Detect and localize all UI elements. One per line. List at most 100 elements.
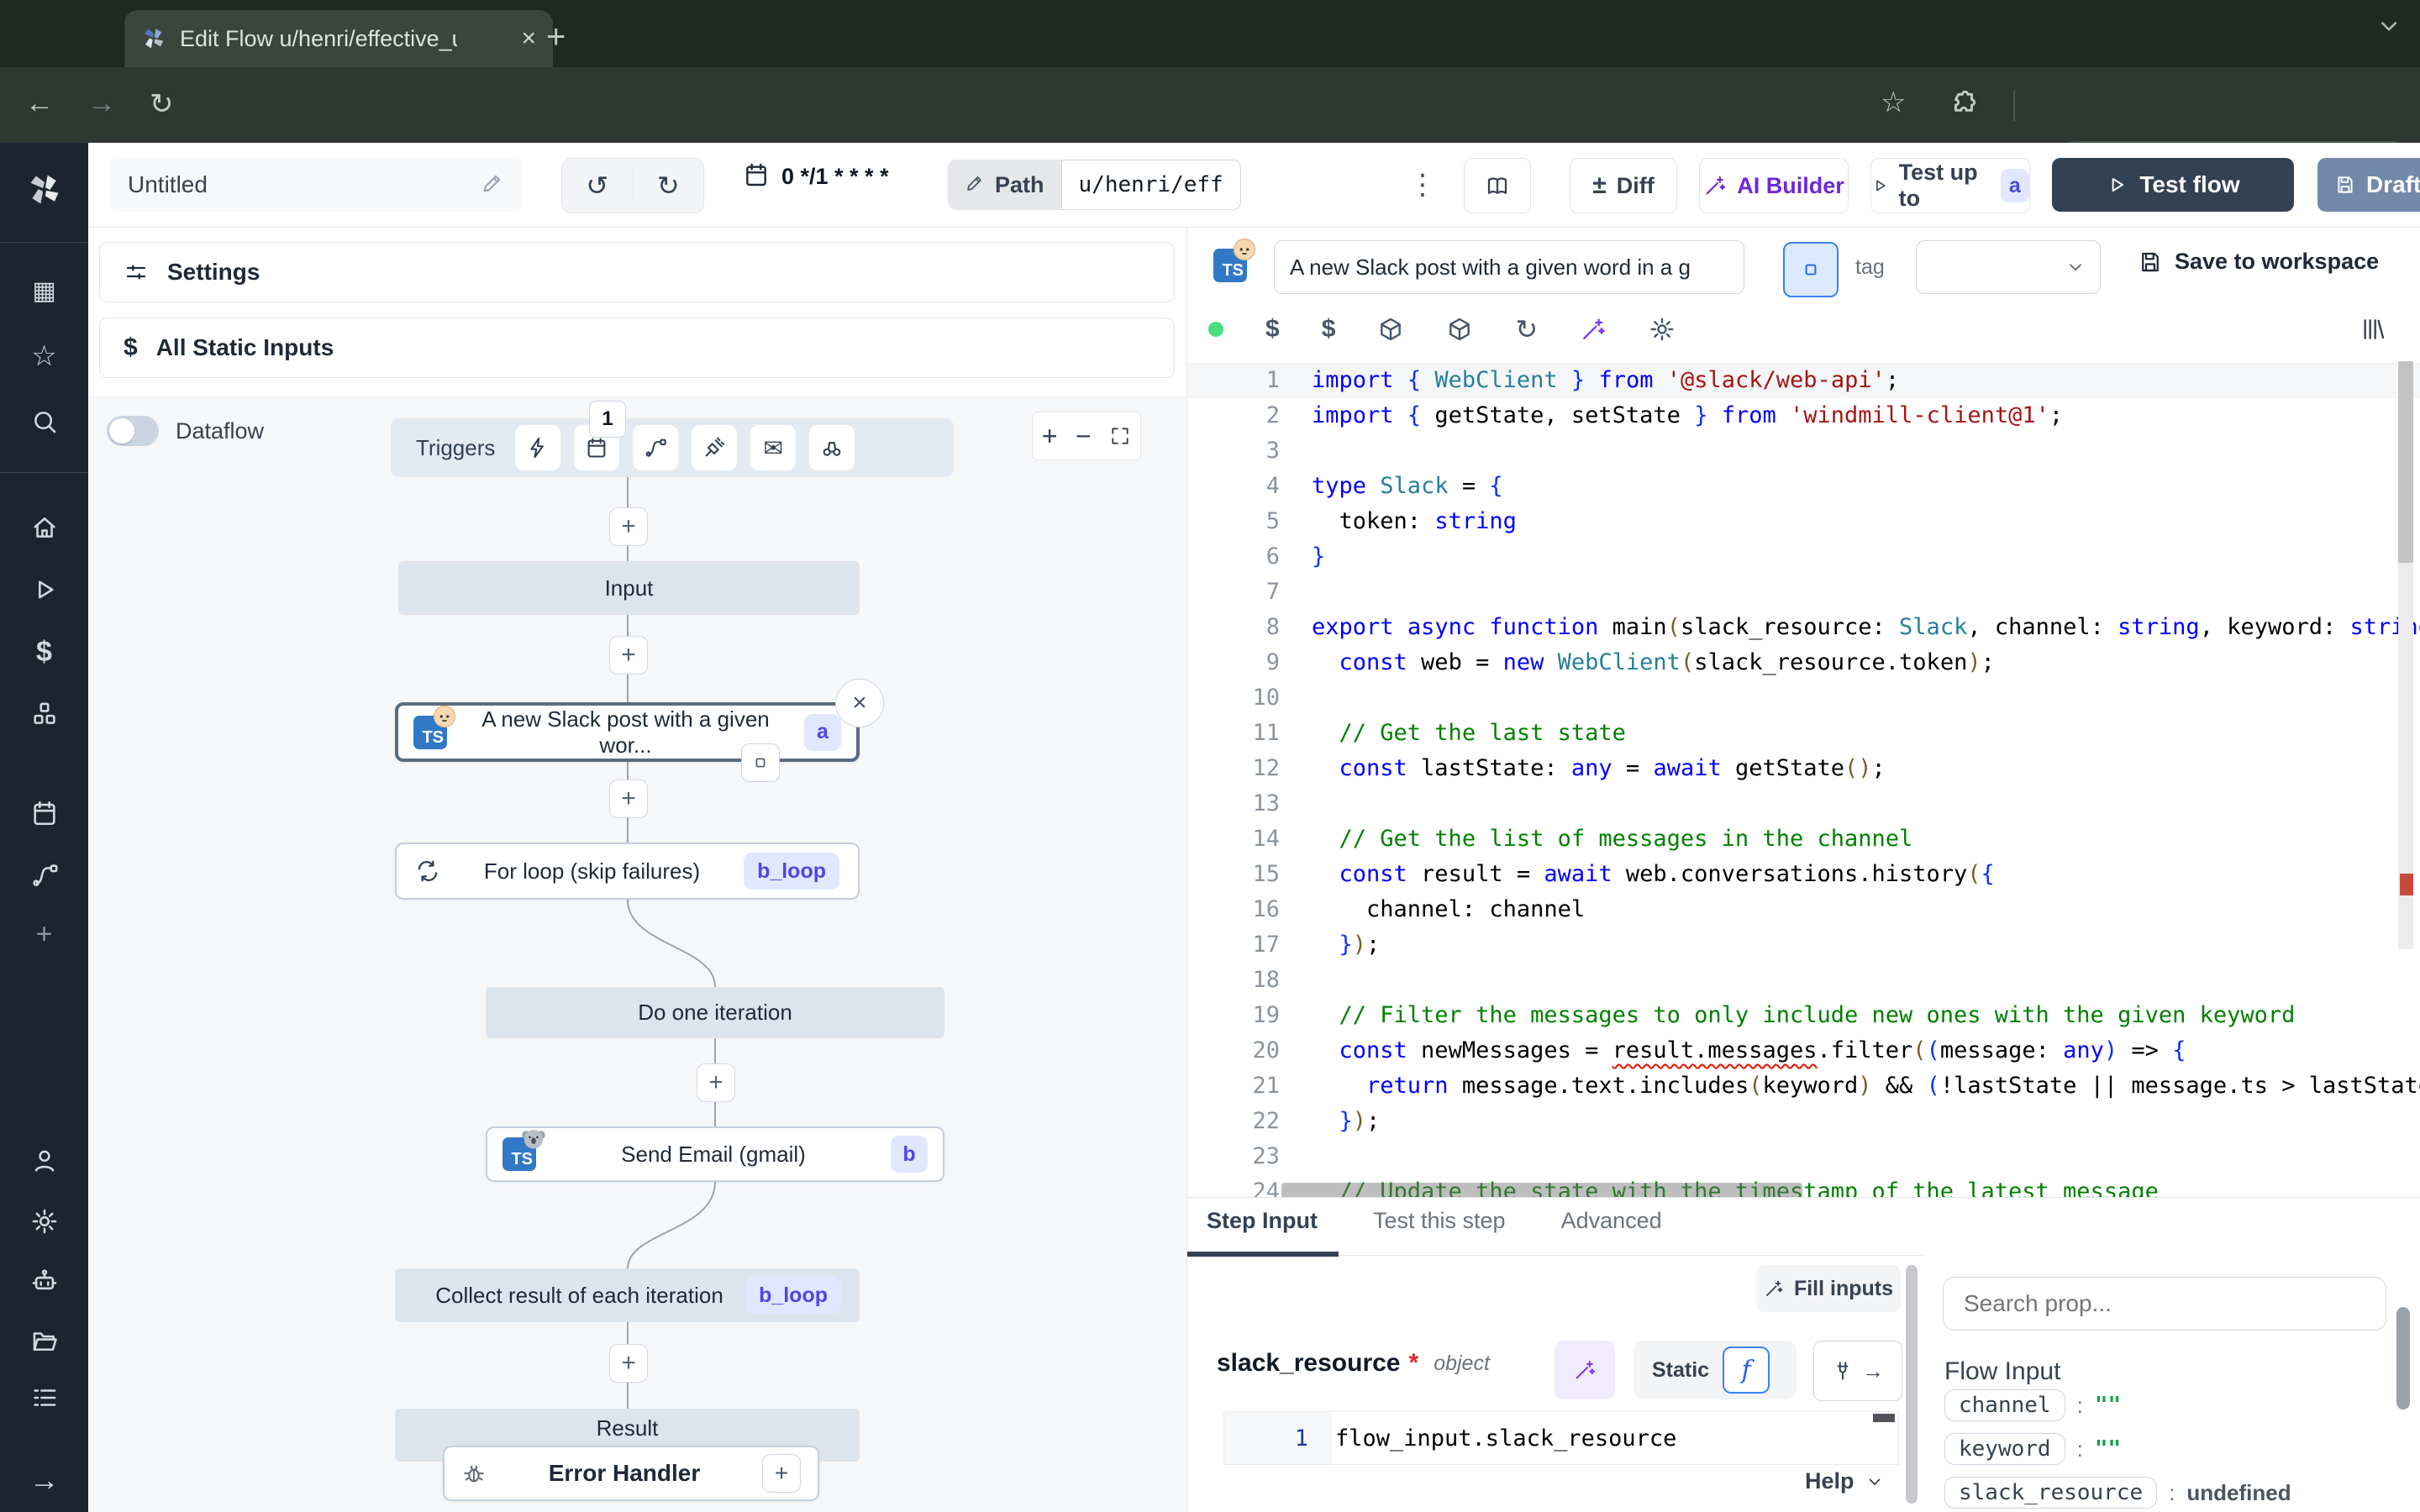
delete-step-button[interactable]: ×	[835, 679, 884, 727]
flow-input-prop-row[interactable]: keyword:""	[1944, 1433, 2398, 1465]
tab-search-chevron-icon[interactable]	[2375, 12, 2412, 49]
reload-icon[interactable]: ↻	[150, 87, 174, 121]
sidebar-item-logs[interactable]	[0, 1368, 88, 1428]
sidebar-item-add[interactable]: +	[0, 904, 88, 964]
sidebar-expand-icon[interactable]: →	[0, 1450, 88, 1510]
code-line[interactable]: 1import { WebClient } from '@slack/web-a…	[1187, 363, 2420, 398]
zoom-out-icon[interactable]: −	[1076, 421, 1092, 452]
save-to-workspace-button[interactable]: Save to workspace	[2138, 249, 2379, 275]
sidebar-item-routes[interactable]	[0, 845, 88, 906]
library-icon[interactable]	[2360, 316, 2386, 343]
code-line[interactable]: 5 token: string	[1187, 504, 2420, 539]
code-line[interactable]: 18	[1187, 963, 2420, 998]
extensions-icon[interactable]	[1948, 89, 1980, 125]
editor-horizontal-scrollbar[interactable]	[1281, 1183, 1802, 1197]
schedule-cron[interactable]: 0 */1 * * * *	[743, 161, 889, 192]
node-send-email[interactable]: TS Send Email (gmail) b	[486, 1126, 944, 1182]
code-line[interactable]: 19 // Filter the messages to only includ…	[1187, 998, 2420, 1033]
editor-settings-gear-icon[interactable]	[1649, 316, 1676, 343]
package-icon[interactable]	[1446, 316, 1473, 343]
ai-wand-icon[interactable]	[1580, 316, 1607, 343]
poll-trigger-icon[interactable]	[809, 425, 855, 470]
cache-toggle-button[interactable]	[1783, 242, 1839, 297]
code-line[interactable]: 16 channel: channel	[1187, 892, 2420, 927]
dataflow-toggle[interactable]	[107, 416, 159, 446]
windmill-logo[interactable]	[0, 160, 88, 220]
arg-ai-wand-button[interactable]	[1555, 1341, 1615, 1399]
code-line[interactable]: 11 // Get the last state	[1187, 716, 2420, 751]
add-step-button[interactable]: +	[697, 1063, 735, 1102]
code-line[interactable]: 12 const lastState: any = await getState…	[1187, 751, 2420, 786]
code-line[interactable]: 2import { getState, setState } from 'win…	[1187, 398, 2420, 433]
test-flow-button[interactable]: Test flow	[2052, 158, 2294, 212]
tab-advanced[interactable]: Advanced	[1561, 1208, 1662, 1234]
props-scrollbar[interactable]	[2396, 1307, 2410, 1410]
code-line[interactable]: 3	[1187, 433, 2420, 469]
code-line[interactable]: 15 const result = await web.conversation…	[1187, 857, 2420, 892]
docs-button[interactable]	[1464, 158, 1531, 213]
expression-mode-button[interactable]: f	[1723, 1347, 1770, 1394]
tab-step-input[interactable]: Step Input	[1207, 1208, 1318, 1234]
node-error-handler[interactable]: Error Handler +	[443, 1446, 819, 1501]
connect-input-button[interactable]: →	[1813, 1341, 1902, 1401]
browser-tab[interactable]: Edit Flow u/henri/effective_un ×	[124, 10, 553, 67]
email-trigger-icon[interactable]: ✉	[750, 425, 796, 470]
flow-settings-row[interactable]: Settings	[99, 242, 1175, 302]
sidebar-item-variables[interactable]: $	[0, 622, 88, 682]
sidebar-item-folders[interactable]	[0, 1310, 88, 1371]
search-prop-input[interactable]	[1943, 1277, 2386, 1331]
bookmark-star-icon[interactable]: ☆	[1881, 86, 1906, 119]
prop-key-pill[interactable]: slack_resource	[1944, 1477, 2157, 1509]
add-step-button[interactable]: +	[609, 636, 648, 675]
diff-button[interactable]: ± Diff	[1570, 158, 1677, 213]
reset-icon[interactable]: ↻	[1515, 313, 1538, 345]
add-step-button[interactable]: +	[609, 780, 648, 818]
expr-code[interactable]: flow_input.slack_resource	[1332, 1412, 1898, 1464]
path-toggle[interactable]: Path u/henri/eff	[948, 160, 1241, 210]
ai-builder-button[interactable]: AI Builder	[1699, 158, 1849, 213]
sidebar-item-schedules[interactable]	[0, 783, 88, 843]
variables-icon[interactable]: $	[1265, 315, 1280, 344]
arg-expression-editor[interactable]: 1 flow_input.slack_resource	[1223, 1411, 1899, 1465]
prop-key-pill[interactable]: channel	[1944, 1389, 2065, 1421]
code-line[interactable]: 4type Slack = {	[1187, 469, 2420, 504]
sidebar-item-home[interactable]	[0, 497, 88, 558]
test-up-to-button[interactable]: Test up to a	[1870, 158, 2030, 213]
add-step-button[interactable]: +	[609, 507, 648, 546]
sidebar-item-users[interactable]	[0, 1131, 88, 1191]
help-toggle[interactable]: Help	[1805, 1468, 1885, 1494]
code-line[interactable]: 23	[1187, 1139, 2420, 1174]
flow-name-field[interactable]: Untitled	[109, 158, 523, 212]
code-line[interactable]: 9 const web = new WebClient(slack_resour…	[1187, 645, 2420, 680]
step-name-input[interactable]	[1274, 240, 1744, 294]
resources-icon[interactable]: $	[1322, 315, 1336, 344]
code-line[interactable]: 14 // Get the list of messages in the ch…	[1187, 822, 2420, 857]
route-trigger-icon[interactable]	[633, 425, 678, 470]
sidebar-item-search[interactable]	[0, 391, 88, 452]
add-step-button[interactable]: +	[609, 1344, 648, 1383]
flow-input-prop-row[interactable]: slack_resource:undefined	[1944, 1477, 2398, 1509]
node-collect-result[interactable]: Collect result of each iteration b_loop	[395, 1268, 860, 1322]
back-icon[interactable]: ←	[25, 87, 54, 120]
fill-inputs-button[interactable]: Fill inputs	[1756, 1265, 1901, 1312]
code-line[interactable]: 7	[1187, 575, 2420, 610]
step-input-scrollbar[interactable]	[1906, 1265, 1918, 1504]
fullscreen-icon[interactable]	[1109, 425, 1131, 447]
draft-button[interactable]: Draft	[2317, 158, 2420, 212]
forward-icon[interactable]: →	[87, 87, 116, 120]
flow-input-prop-row[interactable]: channel:""	[1944, 1389, 2398, 1421]
sidebar-item-favorites[interactable]: ☆	[0, 326, 88, 386]
static-mode-label[interactable]: Static	[1652, 1358, 1709, 1383]
sidebar-item-settings[interactable]	[0, 1191, 88, 1252]
new-tab-button[interactable]: +	[546, 18, 566, 56]
node-slack-step[interactable]: TS A new Slack post with a given wor... …	[395, 702, 860, 762]
tab-close-icon[interactable]: ×	[521, 24, 536, 53]
package-icon[interactable]	[1377, 316, 1404, 343]
code-line[interactable]: 22 });	[1187, 1104, 2420, 1139]
undo-button[interactable]: ↺	[562, 170, 634, 202]
prop-key-pill[interactable]: keyword	[1944, 1433, 2065, 1465]
sidebar-item-runs[interactable]	[0, 559, 88, 620]
tag-select[interactable]	[1916, 240, 2101, 294]
code-line[interactable]: 17 });	[1187, 927, 2420, 963]
node-input[interactable]: Input	[398, 561, 860, 615]
